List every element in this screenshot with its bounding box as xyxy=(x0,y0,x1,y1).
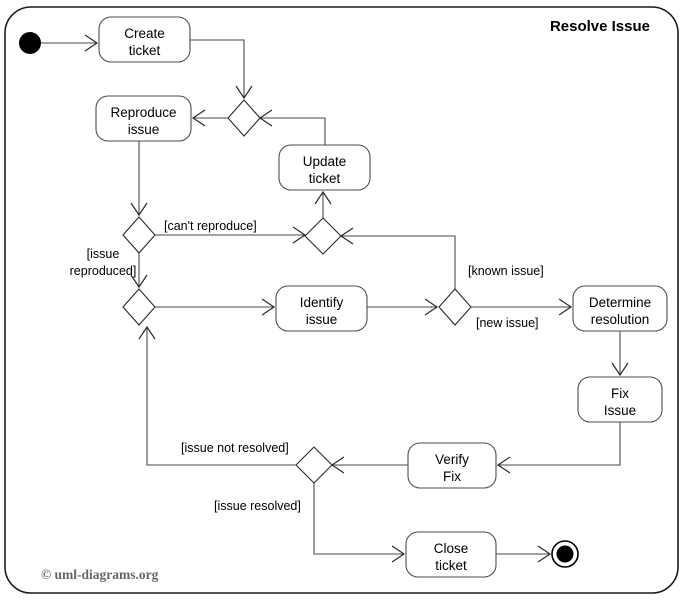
edge-update-ticket-to-merge xyxy=(260,117,326,145)
merge-node-after-create-ticket[interactable] xyxy=(227,99,261,137)
action-reproduce-issue-label-line1: Reproduce xyxy=(110,105,176,120)
action-verify-fix-label-line2: Fix xyxy=(443,469,461,484)
activity-diagram-canvas: Resolve Issue Create ticket Reproduce is… xyxy=(0,0,684,600)
copyright-credit: © uml-diagrams.org xyxy=(41,567,159,582)
action-verify-fix[interactable]: Verify Fix xyxy=(407,442,497,489)
edge-fix-issue-to-verify-fix xyxy=(498,422,621,466)
action-close-ticket[interactable]: Close ticket xyxy=(405,531,497,578)
merge-node-before-update-ticket[interactable] xyxy=(304,217,342,255)
action-determine-resolution-label-line2: resolution xyxy=(591,312,650,327)
action-reproduce-issue[interactable]: Reproduce issue xyxy=(95,95,192,142)
action-identify-issue-label-line1: Identify xyxy=(300,295,344,310)
action-fix-issue-label-line1: Fix xyxy=(611,386,629,401)
action-close-ticket-label-line1: Close xyxy=(434,541,469,556)
guard-label-issue-resolved: [issue resolved] xyxy=(214,499,301,513)
edge-issue-resolved-to-close-ticket xyxy=(313,483,404,555)
action-update-ticket-label-line1: Update xyxy=(303,154,347,169)
action-close-ticket-label-line2: ticket xyxy=(435,558,467,573)
action-create-ticket[interactable]: Create ticket xyxy=(98,16,191,63)
decision-node-known-or-new-issue[interactable] xyxy=(438,288,472,326)
final-node[interactable] xyxy=(551,540,579,568)
action-fix-issue-label-line2: Issue xyxy=(604,403,636,418)
action-fix-issue[interactable]: Fix Issue xyxy=(577,376,663,423)
final-node-dot xyxy=(556,545,574,563)
action-update-ticket[interactable]: Update ticket xyxy=(278,144,371,191)
decision-node-issue-resolved[interactable] xyxy=(295,446,333,484)
action-verify-fix-label-line1: Verify xyxy=(435,452,469,467)
action-create-ticket-label-line1: Create xyxy=(124,26,165,41)
action-identify-issue-label-line2: issue xyxy=(306,312,338,327)
guard-label-issue-reproduced-line1: [issue xyxy=(87,247,120,261)
edge-create-ticket-to-merge xyxy=(190,39,245,98)
action-reproduce-issue-label-line2: issue xyxy=(128,122,160,137)
action-determine-resolution[interactable]: Determine resolution xyxy=(572,285,668,332)
guard-label-issue-reproduced-line2: reproduced] xyxy=(70,264,137,278)
guard-label-new-issue: [new issue] xyxy=(476,316,539,330)
action-create-ticket-label-line2: ticket xyxy=(129,43,161,58)
decision-node-reproduce-outcome[interactable] xyxy=(122,216,156,254)
action-update-ticket-label-line2: ticket xyxy=(309,171,341,186)
action-determine-resolution-label-line1: Determine xyxy=(589,295,651,310)
guard-label-known-issue: [known issue] xyxy=(468,264,544,278)
guard-label-issue-not-resolved: [issue not resolved] xyxy=(181,441,289,455)
diagram-title: Resolve Issue xyxy=(550,18,650,35)
guard-label-cant-reproduce: [can't reproduce] xyxy=(164,219,257,233)
initial-node[interactable] xyxy=(19,32,41,54)
edge-known-issue-to-merge xyxy=(341,235,456,289)
action-identify-issue[interactable]: Identify issue xyxy=(275,285,368,332)
uml-activity-diagram: Resolve Issue Create ticket Reproduce is… xyxy=(4,6,679,594)
merge-node-before-identify-issue[interactable] xyxy=(122,288,156,326)
